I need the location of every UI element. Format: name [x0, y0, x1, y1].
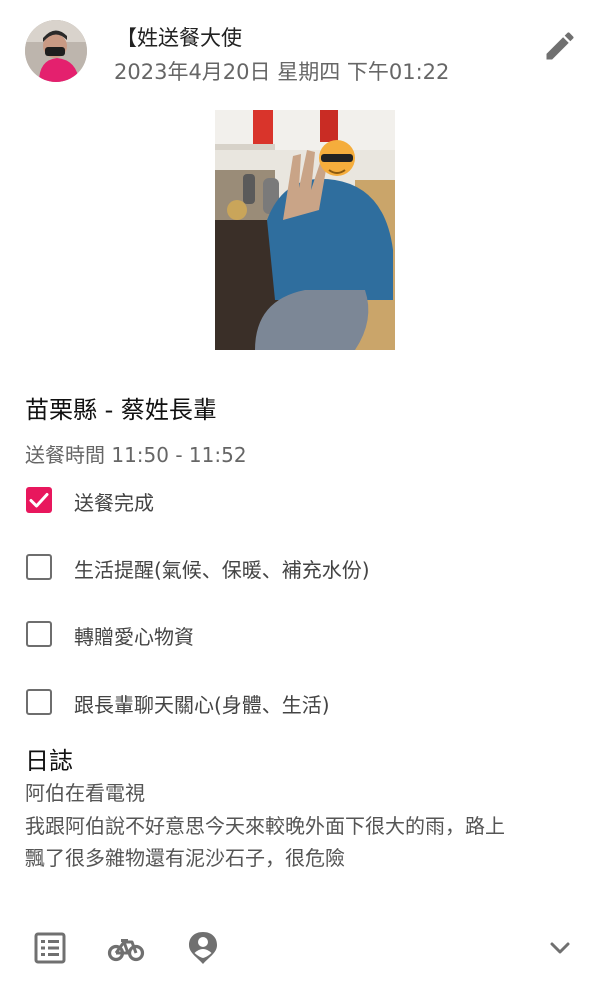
- post-date: 2023年4月20日 星期四 下午01:22: [114, 60, 450, 84]
- checkbox-unchecked[interactable]: [26, 621, 52, 647]
- journal-line: 阿伯在看電視: [25, 781, 145, 805]
- journal-line: 飄了很多雜物還有泥沙石子，很危險: [25, 846, 345, 870]
- checkbox-unchecked[interactable]: [26, 554, 52, 580]
- task-life-reminder[interactable]: 生活提醒(氣候、保暖、補充水份): [24, 551, 584, 585]
- bike-icon[interactable]: [106, 928, 146, 968]
- journal-heading: 日誌: [25, 747, 73, 775]
- post-header: 【姓送餐大使 2023年4月20日 星期四 下午01:22: [0, 0, 604, 100]
- delivery-photo[interactable]: [215, 110, 395, 350]
- recipient-title: 苗栗縣 - 蔡姓長輩: [25, 396, 217, 424]
- task-chat-care[interactable]: 跟長輩聊天關心(身體、生活): [24, 686, 584, 720]
- checkbox-checked[interactable]: [26, 487, 52, 513]
- pencil-icon[interactable]: [542, 28, 578, 64]
- avatar[interactable]: [25, 20, 87, 82]
- task-delivery-complete[interactable]: 送餐完成: [24, 484, 584, 518]
- checkbox-unchecked[interactable]: [26, 689, 52, 715]
- person-pin-icon[interactable]: [183, 928, 223, 968]
- task-label: 跟長輩聊天關心(身體、生活): [74, 693, 330, 717]
- elderly-photo-image: [215, 110, 395, 350]
- task-donate-supplies[interactable]: 轉贈愛心物資: [24, 618, 584, 652]
- task-label: 送餐完成: [74, 491, 154, 515]
- avatar-image: [25, 20, 87, 82]
- journal-line: 我跟阿伯說不好意思今天來較晚外面下很大的雨，路上: [25, 814, 505, 838]
- chevron-down-icon[interactable]: [540, 928, 580, 968]
- task-label: 生活提醒(氣候、保暖、補充水份): [74, 558, 370, 582]
- list-icon[interactable]: [30, 928, 70, 968]
- task-label: 轉贈愛心物資: [74, 625, 194, 649]
- delivery-time: 送餐時間 11:50 - 11:52: [25, 443, 247, 467]
- sender-name: 【姓送餐大使: [116, 26, 242, 50]
